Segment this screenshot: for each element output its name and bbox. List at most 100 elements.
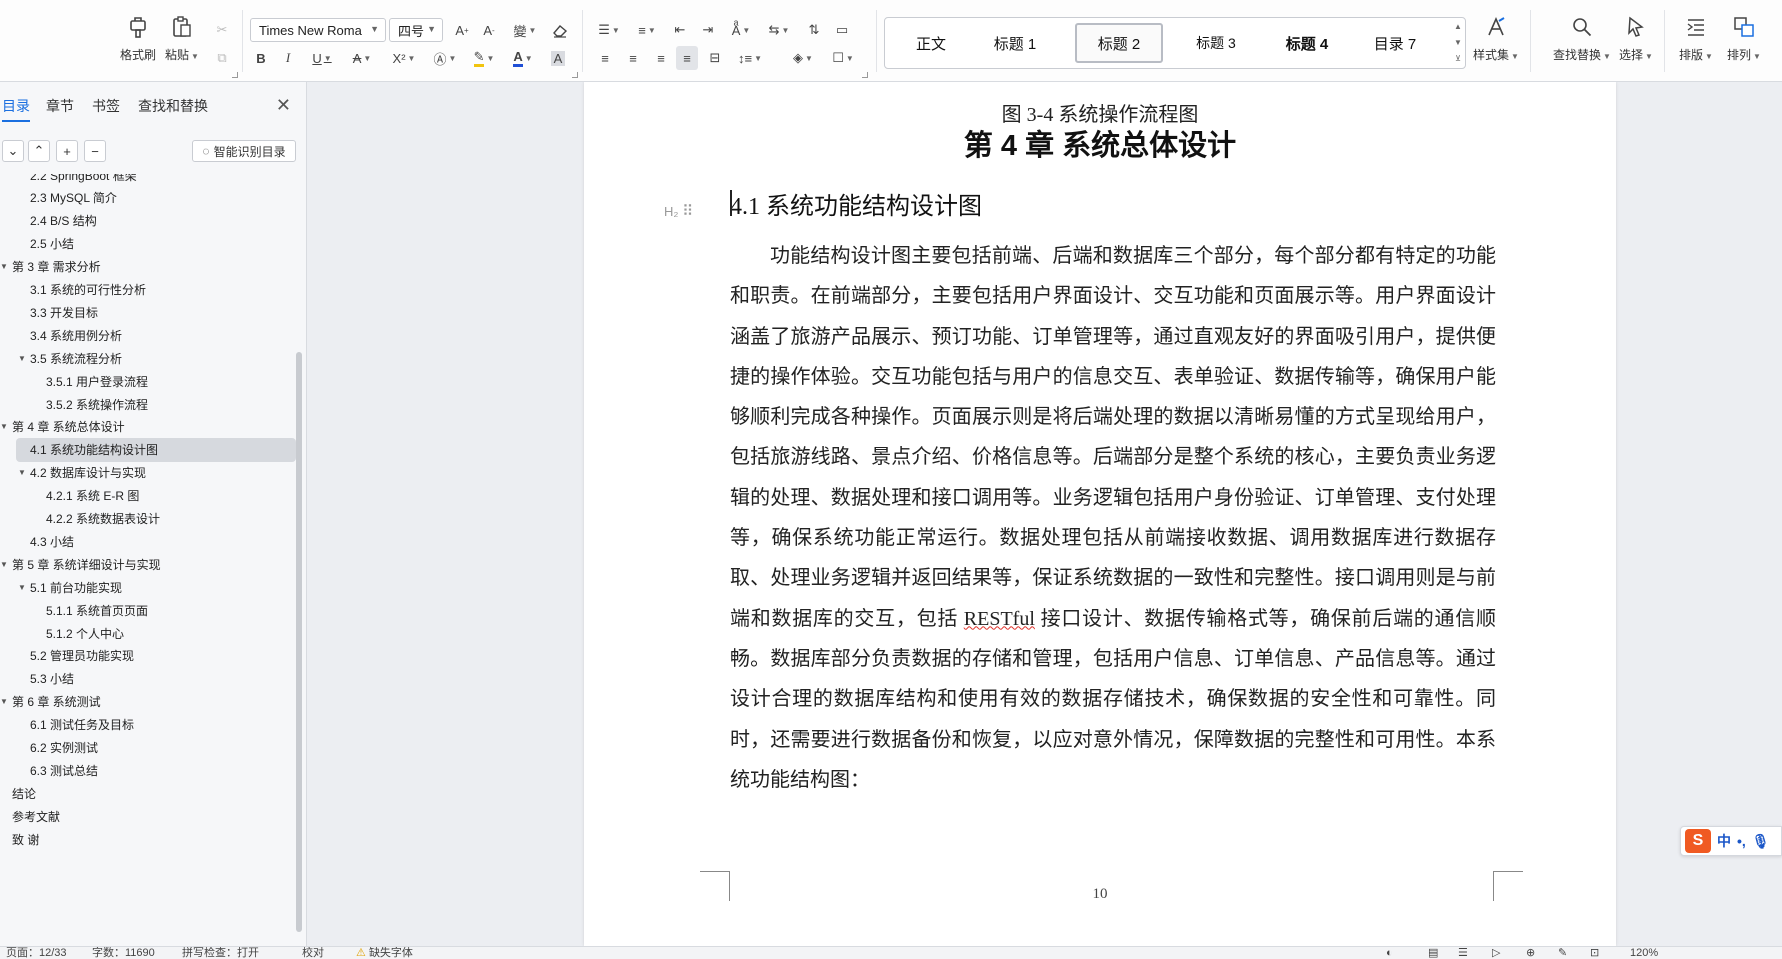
format-painter-button[interactable]: 格式刷 xyxy=(116,14,160,70)
font-shrink-icon[interactable]: A- xyxy=(477,18,501,42)
toc-item[interactable]: 6.2 实例测试 xyxy=(0,736,300,760)
gallery-down-icon[interactable]: ▼ xyxy=(1453,38,1463,47)
view-outline-icon[interactable]: ☰ xyxy=(1458,947,1468,959)
char-shading-icon[interactable]: A xyxy=(546,46,570,70)
view-read-icon[interactable]: ▷ xyxy=(1492,947,1500,959)
toc-item[interactable]: 5.2 管理员功能实现 xyxy=(0,644,300,668)
style-heading-2[interactable]: 标题 2 xyxy=(1075,23,1163,63)
view-write-icon[interactable]: ✎ xyxy=(1558,947,1567,959)
toc-item[interactable]: ▼ 5.1 前台功能实现 xyxy=(0,575,300,599)
zoom-level[interactable]: 120% xyxy=(1630,947,1658,959)
style-normal[interactable]: 正文 xyxy=(895,23,967,63)
toc-item[interactable]: ▼ 第 6 章 系统测试 xyxy=(0,690,300,714)
phonetic-guide-icon[interactable]: 變 ▼ xyxy=(508,18,542,42)
toc-item[interactable]: 6.1 测试任务及目标 xyxy=(0,713,300,737)
toc-item[interactable]: 3.4 系统用例分析 xyxy=(0,323,300,347)
paragraph-shading-icon[interactable]: ◈ ▼ xyxy=(786,46,820,70)
toc-item[interactable]: 3.3 开发目标 xyxy=(0,300,300,324)
text-direction-icon[interactable]: Aͣ ▼ xyxy=(724,18,758,42)
spell-check-status[interactable]: 拼写检查：打开 xyxy=(182,947,259,959)
align-center-icon[interactable]: ≡ xyxy=(622,46,644,70)
paragraph-dialog-launcher[interactable] xyxy=(862,72,868,78)
justify-icon[interactable]: ≡ xyxy=(676,46,698,70)
table-chars-icon[interactable]: ▭ xyxy=(830,18,854,42)
collapse-all-icon[interactable]: ⌄ xyxy=(2,140,24,162)
expand-toggle-icon[interactable]: ▼ xyxy=(18,468,30,477)
add-heading-icon[interactable]: + xyxy=(56,140,78,162)
toc-item[interactable]: 致 谢 xyxy=(0,827,300,851)
missing-font-warning[interactable]: ⚠ 缺失字体 xyxy=(356,947,413,959)
cut-icon[interactable]: ✂ xyxy=(210,18,234,42)
superscript-icon[interactable]: X² ▼ xyxy=(385,46,423,70)
toc-item[interactable]: 4.3 小结 xyxy=(0,529,300,553)
bullet-list-icon[interactable]: ☰ ▼ xyxy=(594,18,624,42)
word-count[interactable]: 字数：11690 xyxy=(92,947,155,959)
increase-indent-icon[interactable]: ⇥ xyxy=(696,18,720,42)
numbered-list-icon[interactable]: ≡ ▼ xyxy=(632,18,662,42)
font-grow-icon[interactable]: A + xyxy=(450,18,474,42)
toc-item[interactable]: ▼ 4.2 数据库设计与实现 xyxy=(0,461,300,485)
view-web-icon[interactable]: ⊕ xyxy=(1526,947,1535,959)
font-dialog-launcher[interactable] xyxy=(572,72,578,78)
strikethrough-icon[interactable]: A ▼ xyxy=(345,46,379,70)
toc-item[interactable]: 4.2.1 系统 E-R 图 xyxy=(0,484,300,508)
copy-icon[interactable]: ⧉ xyxy=(210,46,234,70)
line-spacing-icon[interactable]: ↕≡ ▼ xyxy=(732,46,768,70)
expand-toggle-icon[interactable]: ▼ xyxy=(18,354,30,363)
bold-button[interactable]: B xyxy=(250,46,272,70)
style-heading-4[interactable]: 标题 4 xyxy=(1265,23,1349,63)
italic-button[interactable]: I xyxy=(277,46,299,70)
tab-sections[interactable]: 章节 xyxy=(46,96,74,116)
expand-toggle-icon[interactable]: ▼ xyxy=(0,262,12,271)
border-icon[interactable]: ☐ ▼ xyxy=(826,46,860,70)
toc-item[interactable]: 3.5.2 系统操作流程 xyxy=(0,392,300,416)
layout-button[interactable]: 排版 ▼ xyxy=(1674,14,1718,70)
expand-toggle-icon[interactable]: ▼ xyxy=(18,583,30,592)
toc-item[interactable]: 5.3 小结 xyxy=(0,667,300,691)
style-toc-7[interactable]: 目录 7 xyxy=(1355,23,1435,63)
toc-item[interactable]: 3.1 系统的可行性分析 xyxy=(0,278,300,302)
proofread-button[interactable]: 校对 xyxy=(302,947,324,959)
spelling-flagged-word[interactable]: RESTful xyxy=(964,608,1035,630)
drag-handle-icon[interactable]: ⠿ xyxy=(682,203,693,220)
body-paragraph[interactable]: 功能结构设计图主要包括前端、后端和数据库三个部分，每个部分都有特定的功能和职责。… xyxy=(730,236,1496,800)
eye-protect-icon[interactable]: ◐ xyxy=(1386,947,1393,959)
toc-item[interactable]: ▼ 第 3 章 需求分析 xyxy=(0,255,300,279)
font-size-select[interactable]: 四号 ▼ xyxy=(389,18,443,42)
gallery-expand-icon[interactable]: ⊻ xyxy=(1453,54,1463,63)
microphone-icon[interactable]: 🎙 xyxy=(1752,833,1770,850)
expand-toggle-icon[interactable]: ▼ xyxy=(0,560,12,569)
toc-item[interactable]: 5.1.2 个人中心 xyxy=(0,621,300,645)
paste-button[interactable]: 粘贴 ▼ xyxy=(160,14,204,70)
expand-toggle-icon[interactable]: ▼ xyxy=(0,422,12,431)
nav-scrollbar[interactable] xyxy=(296,352,302,932)
toc-item[interactable]: ▼ 第 4 章 系统总体设计 xyxy=(0,415,300,439)
style-heading-1[interactable]: 标题 1 xyxy=(973,23,1057,63)
style-set-button[interactable]: 样式集 ▼ xyxy=(1473,14,1519,70)
line-break-icon[interactable]: ⇆ ▼ xyxy=(762,18,796,42)
clipboard-dialog-launcher[interactable] xyxy=(232,72,238,78)
toc-item[interactable]: 2.3 MySQL 简介 xyxy=(0,186,300,210)
ime-punct[interactable]: •, xyxy=(1737,833,1746,849)
text-effect-icon[interactable]: Ⓐ ▼ xyxy=(428,46,462,70)
remove-heading-icon[interactable]: − xyxy=(84,140,106,162)
font-name-select[interactable]: Times New Roma ▼ xyxy=(250,18,386,42)
highlight-icon[interactable]: ✎ ▼ xyxy=(466,46,502,70)
tab-toc[interactable]: 目录 xyxy=(2,96,30,122)
tab-bookmarks[interactable]: 书签 xyxy=(92,96,120,116)
toc-item[interactable]: 参考文献 xyxy=(0,804,300,828)
toc-item[interactable]: 3.5.1 用户登录流程 xyxy=(0,369,300,393)
expand-up-icon[interactable]: ⌃ xyxy=(28,140,50,162)
fit-icon[interactable]: ⊡ xyxy=(1590,947,1599,959)
sort-icon[interactable]: ⇅ xyxy=(802,18,826,42)
align-right-icon[interactable]: ≡ xyxy=(650,46,672,70)
toc-item[interactable]: 4.2.2 系统数据表设计 xyxy=(0,507,300,531)
decrease-indent-icon[interactable]: ⇤ xyxy=(668,18,692,42)
toc-item-selected[interactable]: 4.1 系统功能结构设计图 xyxy=(16,437,296,462)
align-left-icon[interactable]: ≡ xyxy=(594,46,616,70)
ime-toolbar[interactable]: S 中 •, 🎙 xyxy=(1680,826,1782,856)
style-heading-3[interactable]: 标题 3 xyxy=(1173,23,1259,63)
toc-item[interactable]: ▼ 3.5 系统流程分析 xyxy=(0,346,300,370)
toc-item[interactable]: 2.5 小结 xyxy=(0,232,300,256)
toc-item[interactable]: 结论 xyxy=(0,781,300,805)
